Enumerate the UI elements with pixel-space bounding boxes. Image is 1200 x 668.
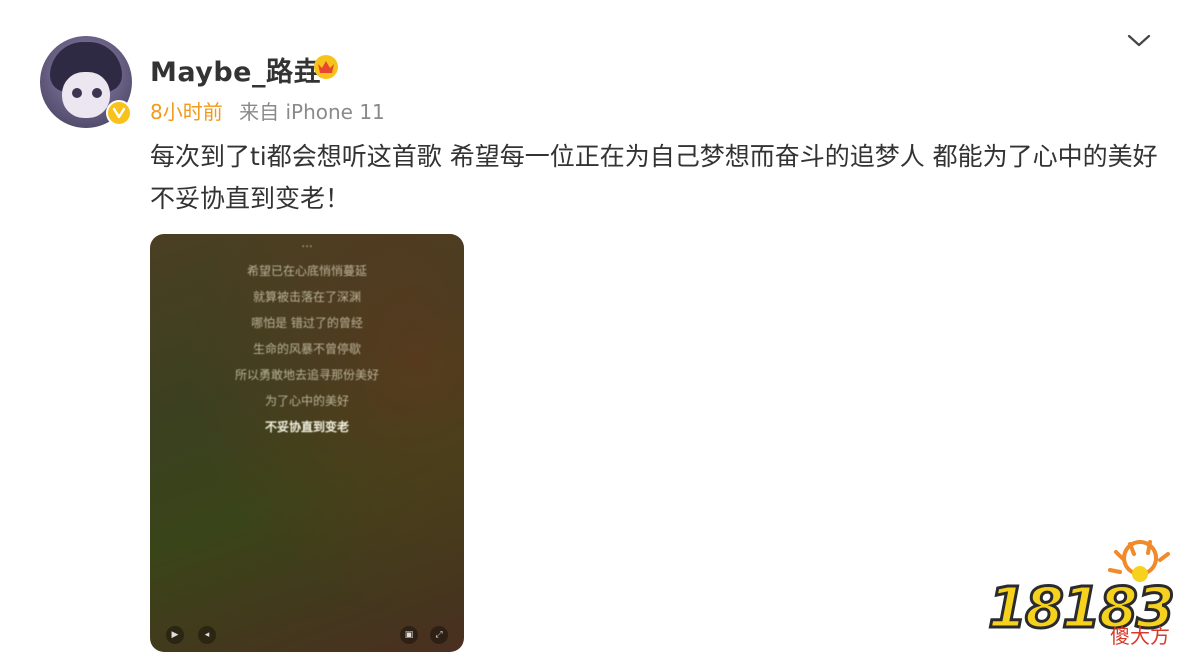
lyric-line: 就算被击落在了深渊 [252,290,361,304]
post-meta: 8小时前 来自 iPhone 11 [150,96,385,125]
lyric-line: 为了心中的美好 [264,394,349,408]
volume-icon[interactable]: ◂ [198,626,216,644]
vip-crown-icon [312,54,340,84]
avatar-eye [72,88,82,98]
video-player[interactable]: ... 希望已在心底悄悄蔓延 就算被击落在了深渊 哪怕是 错过了的曾经 生命的风… [150,234,464,652]
lyric-line: 希望已在心底悄悄蔓延 [246,264,367,278]
avatar-eye [92,88,102,98]
post-source: 来自 iPhone 11 [239,100,385,124]
username[interactable]: Maybe_路垚 [150,50,321,89]
lyric-line: 所以勇敢地去追寻那份美好 [234,368,379,382]
lyric-line: ... [301,236,313,250]
fullscreen-icon[interactable]: ⤢ [430,626,448,644]
post-time[interactable]: 8小时前 [150,100,223,124]
avatar-face [62,72,110,118]
verified-badge-icon [106,100,132,126]
chevron-down-icon[interactable] [1126,30,1152,54]
post-text: 每次到了ti都会想听这首歌 希望每一位正在为自己梦想而奋斗的追梦人 都能为了心中… [150,142,1158,213]
lyric-line: 哪怕是 错过了的曾经 [251,316,363,330]
lyric-line-current: 不妥协直到变老 [264,420,349,434]
watermark: 18183 傻大方 [980,530,1180,660]
lyric-line: 生命的风暴不曾停歇 [252,342,361,356]
watermark-label: 傻大方 [1110,624,1170,648]
subtitle-icon[interactable]: ▣ [400,626,418,644]
play-icon[interactable]: ▶ [166,626,184,644]
